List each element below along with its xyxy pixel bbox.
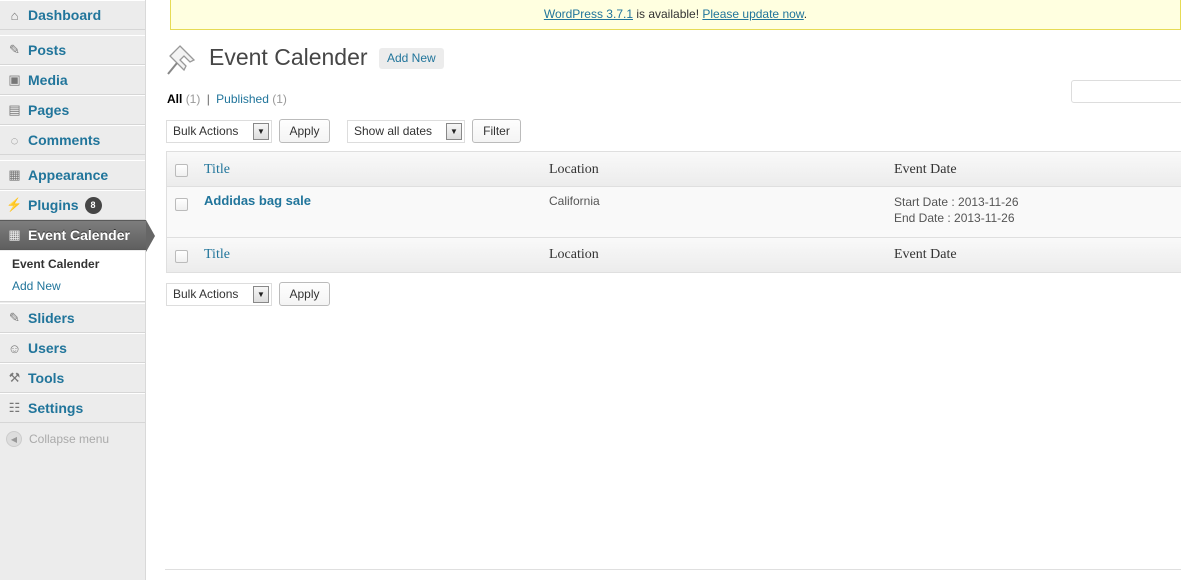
menu-label: Pages (28, 102, 70, 118)
bulk-actions-value: Bulk Actions (173, 287, 239, 301)
wordpress-version-link[interactable]: WordPress 3.7.1 (544, 7, 633, 21)
bulk-actions-value: Bulk Actions (173, 124, 239, 138)
page-title: Event Calender (209, 44, 368, 70)
column-location-header: Location (549, 162, 599, 177)
plugins-icon: ⚡ (6, 197, 23, 212)
bulk-actions-select-top[interactable]: Bulk Actions ▼ (166, 120, 272, 143)
menu-item-sliders[interactable]: ✎ Sliders (0, 303, 145, 333)
pin-icon: ✎ (9, 310, 20, 325)
menu-label: Appearance (28, 167, 109, 183)
dropdown-arrow-icon: ▼ (253, 286, 269, 303)
menu-item-posts[interactable]: ✎ Posts (0, 35, 145, 65)
update-notice: WordPress 3.7.1 is available! Please upd… (170, 0, 1181, 30)
filter-separator: | (206, 92, 210, 106)
filter-all-link[interactable]: All (167, 92, 182, 106)
filter-all-count: (1) (185, 92, 201, 106)
filter-button[interactable]: Filter (472, 119, 521, 143)
dashboard-icon: ⌂ (10, 7, 19, 23)
dropdown-arrow-icon: ▼ (253, 123, 269, 140)
calendar-icon: ▦ (8, 227, 21, 242)
event-calender-submenu: Event Calender Add New (0, 251, 145, 302)
media-icon: ▣ (8, 72, 21, 87)
menu-item-users[interactable]: ☺ Users (0, 333, 145, 363)
notice-text: is available! (633, 7, 703, 21)
column-event-date-header: Event Date (894, 162, 957, 177)
event-location: California (549, 194, 600, 208)
menu-item-plugins[interactable]: ⚡ Plugins 8 (0, 190, 145, 220)
column-location-footer: Location (549, 247, 599, 262)
status-filter-links: All (1) | Published (1) (167, 92, 287, 106)
menu-item-dashboard[interactable]: ⌂ Dashboard (0, 0, 145, 30)
search-input[interactable] (1071, 80, 1181, 103)
comments-icon: ◌ (10, 132, 19, 148)
select-all-checkbox[interactable] (175, 164, 188, 177)
submenu-item-add-new[interactable]: Add New (12, 279, 61, 293)
submenu-item-event-calender[interactable]: Event Calender (12, 257, 99, 271)
menu-item-appearance[interactable]: ▦ Appearance (0, 160, 145, 190)
select-all-checkbox-bottom[interactable] (175, 250, 188, 263)
menu-label: Comments (28, 132, 101, 148)
pushpin-icon (167, 45, 196, 75)
menu-item-settings[interactable]: ☷ Settings (0, 393, 145, 423)
collapse-menu-button[interactable]: ◀ Collapse menu (6, 431, 109, 447)
column-title-footer[interactable]: Title (204, 247, 230, 263)
menu-label: Media (28, 72, 68, 88)
table-header: Title Location Event Date (167, 152, 1181, 187)
event-dates: Start Date : 2013-11-26 End Date : 2013-… (894, 194, 1019, 226)
menu-item-comments[interactable]: ◌ Comments (0, 125, 145, 155)
appearance-icon: ▦ (8, 167, 21, 182)
row-checkbox[interactable] (175, 198, 188, 211)
event-end-date: End Date : 2013-11-26 (894, 211, 1015, 225)
menu-label: Sliders (28, 310, 75, 326)
menu-label: Tools (28, 370, 65, 386)
pin-icon: ✎ (9, 42, 20, 57)
menu-label: Plugins (28, 197, 79, 213)
menu-label: Dashboard (28, 7, 102, 23)
date-filter-select[interactable]: Show all dates ▼ (347, 120, 465, 143)
menu-label: Settings (28, 400, 84, 416)
update-now-link[interactable]: Please update now (702, 7, 803, 21)
settings-icon: ☷ (8, 400, 21, 415)
date-filter-value: Show all dates (354, 124, 433, 138)
pages-icon: ▤ (8, 102, 21, 117)
collapse-arrow-icon: ◀ (6, 431, 22, 447)
column-event-date-footer: Event Date (894, 247, 957, 262)
notice-period: . (803, 7, 808, 21)
menu-label: Event Calender (28, 227, 130, 243)
menu-item-pages[interactable]: ▤ Pages (0, 95, 145, 125)
admin-sidebar: ⌂ Dashboard ✎ Posts ▣ Media ▤ Pages ◌ Co… (0, 0, 155, 580)
bulk-actions-select-bottom[interactable]: Bulk Actions ▼ (166, 283, 272, 306)
events-table: Title Location Event Date Addidas bag sa… (166, 151, 1181, 273)
apply-button-top[interactable]: Apply (279, 119, 330, 143)
apply-button-bottom[interactable]: Apply (279, 282, 330, 306)
filter-published-count: (1) (272, 92, 287, 106)
filter-published-link[interactable]: Published (216, 92, 269, 106)
menu-label: Users (28, 340, 67, 356)
footer-divider (165, 569, 1181, 570)
table-row: Addidas bag sale California Start Date :… (167, 187, 1181, 237)
add-new-button[interactable]: Add New (379, 48, 444, 69)
update-count-badge: 8 (84, 196, 102, 214)
table-footer: Title Location Event Date (167, 237, 1181, 272)
column-title-header[interactable]: Title (204, 162, 230, 178)
users-icon: ☺ (7, 340, 22, 356)
menu-label: Posts (28, 42, 67, 58)
menu-item-tools[interactable]: ⚒ Tools (0, 363, 145, 393)
menu-item-event-calender[interactable]: ▦ Event Calender (0, 220, 155, 252)
event-title-link[interactable]: Addidas bag sale (204, 193, 311, 208)
dropdown-arrow-icon: ▼ (446, 123, 462, 140)
event-start-date: Start Date : 2013-11-26 (894, 195, 1019, 209)
collapse-menu-label: Collapse menu (29, 432, 110, 446)
tools-icon: ⚒ (8, 370, 21, 385)
menu-item-media[interactable]: ▣ Media (0, 65, 145, 95)
